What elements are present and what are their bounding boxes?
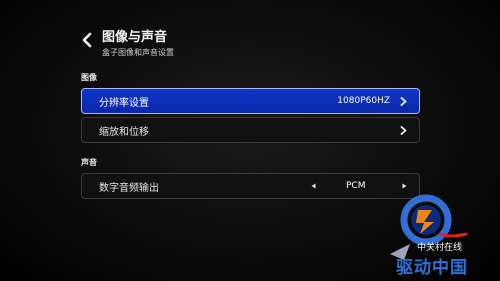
watermark-line1: 中关村在线	[417, 243, 463, 253]
resolution-setting-value: 1080P60HZ	[337, 96, 390, 106]
digital-audio-output-label: 数字音频输出	[99, 182, 159, 194]
triangle-right-icon[interactable]	[402, 183, 407, 189]
back-arrow-icon[interactable]	[80, 32, 94, 48]
triangle-left-icon[interactable]	[311, 183, 316, 189]
section-label-picture: 图像	[81, 73, 97, 82]
section-label-sound: 声音	[81, 158, 97, 167]
chevron-right-icon	[400, 96, 407, 106]
page-title: 图像与声音	[102, 30, 168, 45]
title-block: 图像与声音 盒子图像和声音设置	[102, 30, 174, 58]
zoom-position-label: 缩放和位移	[99, 126, 149, 138]
resolution-setting-label: 分辨率设置	[99, 97, 149, 109]
chevron-right-icon	[400, 125, 407, 135]
resolution-setting-row[interactable]: 分辨率设置 1080P60HZ	[81, 88, 420, 114]
watermark-logo: 中关村在线 驱动中国	[384, 190, 500, 281]
settings-screen: 图像与声音 盒子图像和声音设置 图像 分辨率设置 1080P60HZ 缩放和位移…	[0, 0, 500, 281]
page-subtitle: 盒子图像和声音设置	[102, 48, 174, 57]
watermark-line2: 驱动中国	[396, 258, 468, 278]
zoom-position-row[interactable]: 缩放和位移	[81, 117, 420, 143]
digital-audio-output-row[interactable]: 数字音频输出 PCM	[81, 173, 420, 199]
page-header: 图像与声音 盒子图像和声音设置	[80, 30, 174, 58]
